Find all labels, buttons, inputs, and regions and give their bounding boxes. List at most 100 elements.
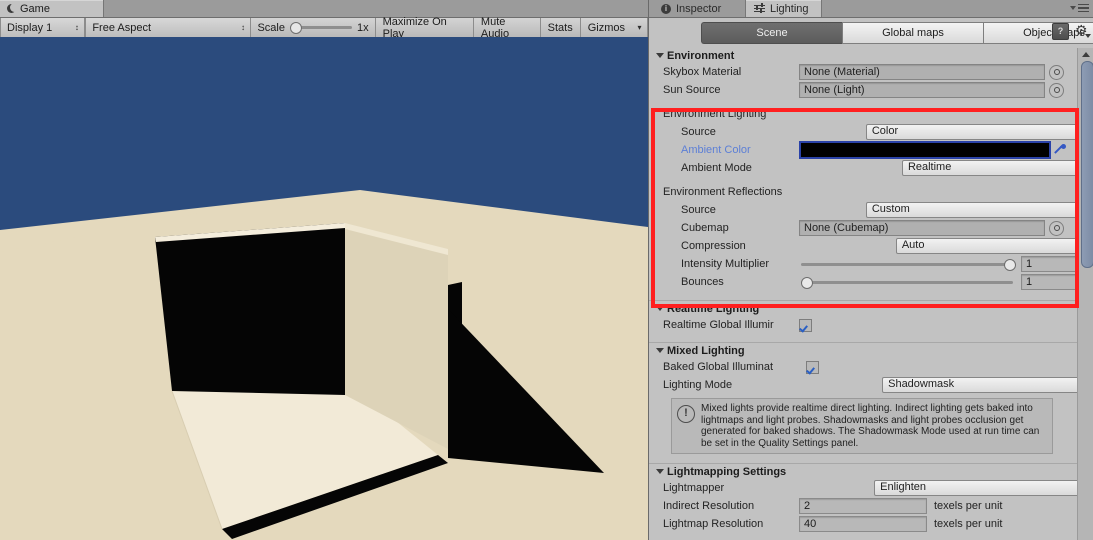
lightmap-resolution-unit: texels per unit	[934, 518, 1003, 530]
mixed-lighting-info-text: Mixed lights provide realtime direct lig…	[701, 403, 1040, 449]
tab-inspector[interactable]: i Inspector	[653, 0, 733, 17]
env-light-source-value: Color	[871, 125, 899, 137]
row-sun-source: Sun Source None (Light)	[649, 81, 1077, 99]
realtime-gi-checkbox[interactable]	[799, 318, 812, 332]
ambient-mode-dropdown[interactable]: Realtime ↕	[901, 160, 1077, 176]
row-realtime-gi: Realtime Global Illumir	[649, 316, 1077, 334]
ambient-color-swatch[interactable]	[799, 141, 1051, 159]
baked-gi-label: Baked Global Illuminat	[663, 361, 774, 373]
scroll-up-arrow-icon[interactable]	[1078, 48, 1093, 60]
inspector-tabstrip: i Inspector Lighting	[649, 0, 1093, 18]
section-mixed-lighting-header[interactable]: Mixed Lighting	[649, 342, 1077, 358]
compression-label: Compression	[681, 240, 746, 252]
chevron-down-icon	[656, 469, 664, 474]
gizmos-dropdown-arrow[interactable]: ▾	[632, 18, 649, 37]
lightmap-resolution-label: Lightmap Resolution	[663, 518, 764, 530]
lighting-sliders-icon	[754, 3, 765, 13]
mute-audio-button[interactable]: Mute Audio	[473, 16, 541, 40]
tab-game[interactable]: Game	[0, 0, 104, 17]
game-viewport[interactable]	[0, 37, 648, 540]
refl-source-dropdown[interactable]: Custom ↕	[865, 202, 1077, 218]
group-environment-reflections-title: Environment Reflections	[663, 186, 783, 198]
env-light-source-label: Source	[681, 126, 716, 138]
ambient-mode-label: Ambient Mode	[681, 162, 752, 174]
inspector-scrollbar[interactable]	[1077, 48, 1093, 540]
sun-source-label: Sun Source	[663, 84, 721, 96]
scale-label: Scale	[257, 21, 285, 34]
cubemap-field[interactable]: None (Cubemap)	[799, 220, 1045, 236]
tab-lighting[interactable]: Lighting	[745, 0, 822, 17]
maximize-on-play-button[interactable]: Maximize On Play	[375, 15, 474, 40]
gizmos-label: Gizmos	[587, 21, 626, 34]
game-toolbar: Display 1 ↕ Free Aspect ↕ Scale 1x Maxim…	[0, 15, 649, 40]
menu-lines-icon	[1078, 3, 1089, 13]
compression-value: Auto	[901, 239, 925, 251]
intensity-multiplier-slider[interactable]	[801, 258, 1016, 271]
row-ambient-mode: Ambient Mode Realtime ↕	[649, 159, 1077, 177]
lightmap-resolution-field[interactable]: 40	[799, 516, 927, 532]
row-lighting-mode: Lighting Mode Shadowmask ↕	[649, 376, 1077, 394]
stats-label: Stats	[547, 21, 573, 34]
scrollbar-thumb[interactable]	[1081, 61, 1093, 268]
scale-slider-track[interactable]	[289, 22, 352, 34]
chevron-down-icon	[656, 306, 664, 311]
stats-button[interactable]: Stats	[540, 18, 581, 37]
section-lightmapping-header[interactable]: Lightmapping Settings	[649, 463, 1077, 479]
mixed-lighting-info-box: ! Mixed lights provide realtime direct l…	[671, 398, 1053, 454]
moon-icon	[7, 3, 19, 13]
menu-caret-icon	[1070, 6, 1076, 10]
tab-game-label: Game	[20, 2, 50, 15]
tab-global-maps-label: Global maps	[882, 27, 944, 39]
skybox-material-picker-icon[interactable]	[1049, 64, 1064, 80]
cubemap-picker-icon[interactable]	[1049, 220, 1064, 236]
lighting-mode-tabs: Scene Global maps Object maps ?	[649, 18, 1093, 49]
tab-scene[interactable]: Scene	[701, 22, 842, 44]
chevron-down-icon	[656, 53, 664, 58]
help-book-icon[interactable]: ?	[1052, 23, 1069, 40]
tab-global-maps[interactable]: Global maps	[842, 22, 983, 44]
baked-gi-checkbox[interactable]	[806, 360, 819, 374]
section-environment-header[interactable]: Environment	[649, 48, 1077, 63]
skybox-material-label: Skybox Material	[663, 66, 742, 78]
scale-slider-handle[interactable]	[289, 22, 302, 34]
lighting-mode-dropdown[interactable]: Shadowmask ↕	[882, 377, 1077, 393]
bounces-value[interactable]: 1	[1021, 274, 1077, 290]
scale-value: 1x	[356, 21, 369, 34]
realtime-gi-label: Realtime Global Illumir	[663, 319, 774, 331]
display-dropdown[interactable]: Display 1 ↕	[0, 18, 86, 37]
indirect-resolution-field[interactable]: 2	[799, 498, 927, 514]
hamburger-menu-icon[interactable]	[1070, 3, 1090, 13]
eyedropper-icon[interactable]	[1053, 143, 1067, 157]
lighting-mode-label: Lighting Mode	[663, 379, 733, 391]
chevron-down-icon	[656, 348, 664, 353]
compression-dropdown[interactable]: Auto ↕	[895, 238, 1077, 254]
inspector-panel: i Inspector Lighting Scene Global maps O…	[648, 0, 1093, 540]
scene-render	[0, 190, 648, 540]
maximize-on-play-label: Maximize On Play	[382, 15, 447, 40]
lightmapper-value: Enlighten	[880, 481, 927, 493]
lightmapper-dropdown[interactable]: Enlighten ↕	[874, 480, 1077, 496]
env-light-source-dropdown[interactable]: Color ↕	[865, 124, 1077, 140]
bounces-slider[interactable]	[801, 276, 1013, 289]
gizmos-button[interactable]: Gizmos	[580, 18, 633, 37]
lightmapper-label: Lightmapper	[663, 482, 725, 494]
skybox-material-field[interactable]: None (Material)	[799, 64, 1045, 80]
sun-source-field[interactable]: None (Light)	[799, 82, 1045, 98]
intensity-multiplier-handle[interactable]	[1004, 258, 1016, 271]
section-realtime-lighting-title: Realtime Lighting	[667, 302, 760, 315]
section-realtime-lighting-header[interactable]: Realtime Lighting	[649, 300, 1077, 316]
bounces-label: Bounces	[681, 276, 724, 288]
section-mixed-lighting-title: Mixed Lighting	[667, 344, 745, 357]
sun-source-picker-icon[interactable]	[1049, 82, 1064, 98]
mode-segmented-control: Scene Global maps Object maps	[701, 22, 1093, 44]
display-dropdown-label: Display 1	[7, 21, 53, 34]
gear-icon[interactable]	[1075, 23, 1091, 38]
ambient-color-label: Ambient Color	[681, 144, 751, 156]
scale-slider-group[interactable]: Scale 1x	[251, 18, 376, 37]
bounces-handle[interactable]	[801, 276, 813, 289]
row-cubemap: Cubemap None (Cubemap)	[649, 219, 1077, 237]
aspect-dropdown[interactable]: Free Aspect ↕	[85, 18, 252, 37]
intensity-multiplier-value[interactable]: 1	[1021, 256, 1077, 272]
